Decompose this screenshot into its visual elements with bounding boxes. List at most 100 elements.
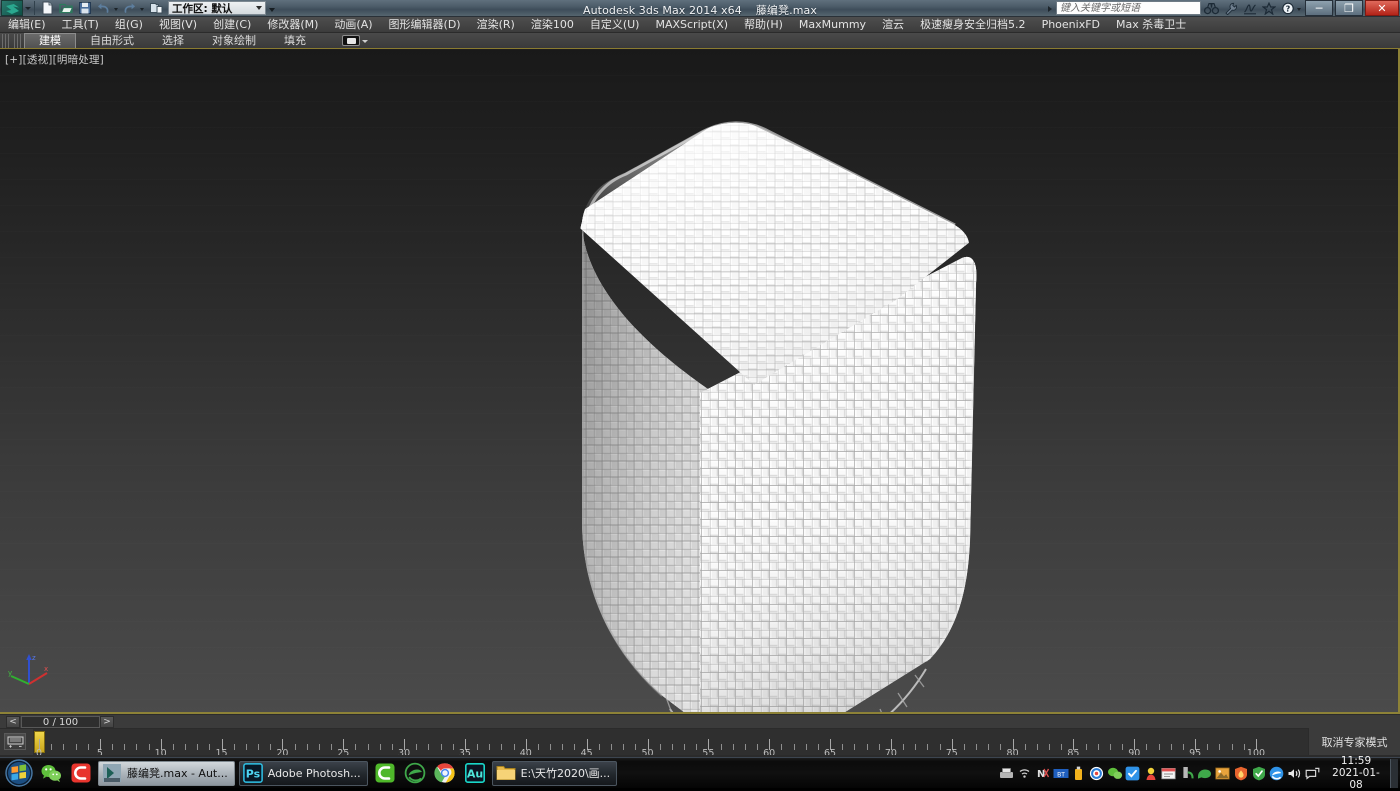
next-frame-button[interactable]: > xyxy=(100,716,114,728)
start-button[interactable] xyxy=(2,759,36,788)
menu-item-14[interactable]: 渲云 xyxy=(874,17,912,33)
clock-date: 2021-01-08 xyxy=(1326,767,1386,791)
3dsmax-window[interactable]: 藤编凳.max - Aut... xyxy=(98,761,235,786)
menu-item-17[interactable]: Max 杀毒卫士 xyxy=(1108,17,1194,33)
ribbon-grip-2[interactable] xyxy=(14,34,22,48)
ribbon-display-mode-icon[interactable] xyxy=(342,35,360,46)
undo-icon[interactable] xyxy=(95,1,112,16)
menu-item-0[interactable]: 编辑(E) xyxy=(0,17,54,33)
security-icon[interactable] xyxy=(1124,765,1141,782)
edge-tray-icon[interactable] xyxy=(1268,765,1285,782)
perspective-viewport[interactable]: [+][透视][明暗处理] xyxy=(0,49,1400,714)
menu-item-8[interactable]: 渲染(R) xyxy=(469,17,523,33)
infocenter-expand-icon[interactable] xyxy=(1046,1,1056,16)
ruler-tick xyxy=(246,744,247,750)
3dsmax-logo-icon[interactable] xyxy=(1,0,23,16)
audition-icon[interactable]: Au xyxy=(460,759,490,788)
ribbon-tab-0[interactable]: 建模 xyxy=(24,33,76,48)
menu-item-6[interactable]: 动画(A) xyxy=(326,17,380,33)
viewport-label[interactable]: [+][透视][明暗处理] xyxy=(5,52,104,67)
chrome-icon[interactable] xyxy=(430,759,460,788)
binoculars-icon[interactable] xyxy=(1203,0,1220,16)
previous-frame-button[interactable]: < xyxy=(6,716,20,728)
picture-icon[interactable] xyxy=(1214,765,1231,782)
ribbon-tab-1[interactable]: 自由形式 xyxy=(76,33,148,48)
open-file-icon[interactable] xyxy=(57,1,74,16)
menu-item-2[interactable]: 组(G) xyxy=(107,17,151,33)
menu-item-15[interactable]: 极速瘦身安全归档5.2 xyxy=(912,17,1034,33)
sync-icon[interactable] xyxy=(1178,765,1195,782)
minimize-button[interactable]: ─ xyxy=(1305,0,1333,16)
ime-icon[interactable] xyxy=(1196,765,1213,782)
taskbar-clock[interactable]: 11:59 2021-01-08 xyxy=(1326,755,1386,791)
taskbar-window-label: Adobe Photosh... xyxy=(268,767,361,780)
help-icon[interactable]: ? xyxy=(1279,0,1296,16)
menu-item-3[interactable]: 视图(V) xyxy=(151,17,205,33)
signature-icon[interactable] xyxy=(1241,0,1258,16)
show-desktop-button[interactable] xyxy=(1390,759,1398,788)
set-project-folder-icon[interactable] xyxy=(147,1,164,16)
ribbon-tab-2[interactable]: 选择 xyxy=(148,33,198,48)
photoshop-window[interactable]: PsAdobe Photosh... xyxy=(239,761,368,786)
ruler-tick xyxy=(514,744,515,750)
menu-item-4[interactable]: 创建(C) xyxy=(205,17,259,33)
snip-icon[interactable]: N xyxy=(1034,765,1051,782)
woven-stool-object[interactable] xyxy=(370,69,980,714)
redo-dropdown-icon[interactable] xyxy=(139,1,146,16)
cloud-music-icon[interactable] xyxy=(66,759,96,788)
help-dropdown-icon[interactable] xyxy=(1296,1,1303,16)
usb-icon[interactable] xyxy=(1070,765,1087,782)
ribbon-options-caret-icon[interactable] xyxy=(360,34,370,48)
ruler-tick xyxy=(599,744,600,750)
new-scene-icon[interactable] xyxy=(38,1,55,16)
menu-item-7[interactable]: 图形编辑器(D) xyxy=(381,17,469,33)
wechat-icon[interactable] xyxy=(36,759,66,788)
menu-item-11[interactable]: MAXScript(X) xyxy=(647,17,736,33)
maximize-button[interactable]: ❐ xyxy=(1335,0,1363,16)
ribbon-tab-3[interactable]: 对象绘制 xyxy=(198,33,270,48)
driver-icon[interactable] xyxy=(1142,765,1159,782)
firewall-icon[interactable] xyxy=(1232,765,1249,782)
star-icon[interactable] xyxy=(1260,0,1277,16)
menu-item-16[interactable]: PhoenixFD xyxy=(1034,17,1108,33)
quick-access-customize-icon[interactable] xyxy=(266,1,278,16)
ribbon-tab-4[interactable]: 填充 xyxy=(270,33,320,48)
ruler-tick xyxy=(441,744,442,750)
fax-icon[interactable] xyxy=(998,765,1015,782)
frame-ruler[interactable]: 0510152025303540455055606570758085909510… xyxy=(33,729,1308,756)
action-center-icon[interactable] xyxy=(1304,765,1321,782)
wechat-tray-icon[interactable] xyxy=(1106,765,1123,782)
menu-item-13[interactable]: MaxMummy xyxy=(791,17,874,33)
ribbon-grip[interactable] xyxy=(2,34,10,48)
bluetooth-icon[interactable]: BT xyxy=(1052,765,1069,782)
expert-mode-button[interactable]: 取消专家模式 xyxy=(1308,728,1400,755)
network-icon[interactable] xyxy=(1016,765,1033,782)
menu-item-5[interactable]: 修改器(M) xyxy=(259,17,326,33)
undo-dropdown-icon[interactable] xyxy=(113,1,120,16)
close-button[interactable]: ✕ xyxy=(1365,0,1399,16)
volume-icon[interactable] xyxy=(1286,765,1303,782)
workspace-selector[interactable]: 工作区: 默认 xyxy=(168,1,266,15)
taskbar-folder-slot: E:\天竹2020\画... xyxy=(490,761,620,786)
ruler-tick xyxy=(684,744,685,750)
notes-icon[interactable] xyxy=(1160,765,1177,782)
save-file-icon[interactable] xyxy=(76,1,93,16)
search-input[interactable] xyxy=(1056,1,1201,15)
menu-item-9[interactable]: 渲染100 xyxy=(523,17,582,33)
ruler-tick xyxy=(392,744,393,750)
track-bar[interactable]: 0510152025303540455055606570758085909510… xyxy=(0,728,1400,755)
menu-item-10[interactable]: 自定义(U) xyxy=(582,17,648,33)
explorer-window[interactable]: E:\天竹2020\画... xyxy=(492,761,618,786)
shield-icon[interactable] xyxy=(1250,765,1267,782)
ruler-tick xyxy=(51,744,52,750)
key-filter-icon[interactable] xyxy=(4,733,26,750)
edge-icon[interactable] xyxy=(400,759,430,788)
application-menu-caret-icon[interactable] xyxy=(23,0,32,16)
wrench-icon[interactable] xyxy=(1222,0,1239,16)
menu-item-12[interactable]: 帮助(H) xyxy=(736,17,791,33)
cloud-music-icon-2[interactable] xyxy=(370,759,400,788)
redo-icon[interactable] xyxy=(121,1,138,16)
current-frame-field[interactable]: 0 / 100 xyxy=(21,716,100,728)
sogou-icon[interactable] xyxy=(1088,765,1105,782)
menu-item-1[interactable]: 工具(T) xyxy=(54,17,107,33)
